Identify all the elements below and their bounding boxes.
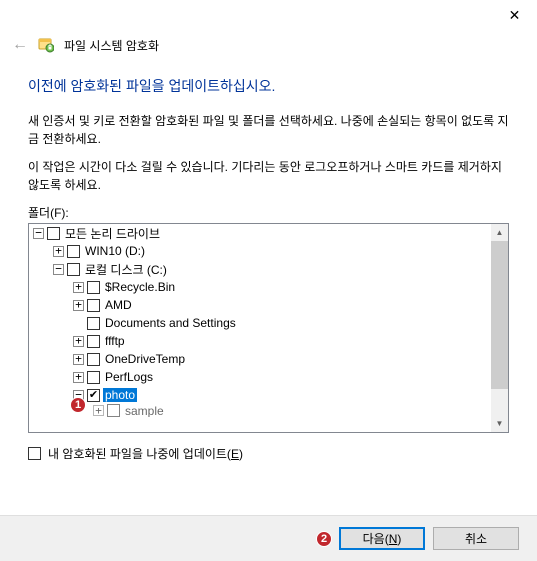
update-later-checkbox[interactable] [28,447,41,460]
folder-label[interactable]: 모든 논리 드라이브 [63,225,162,242]
efs-icon [38,37,54,53]
titlebar: ✕ [0,0,537,30]
collapse-icon[interactable]: − [33,228,44,239]
cancel-button[interactable]: 취소 [433,527,519,550]
update-later-label: 내 암호화된 파일을 나중에 업데이트(E) [48,445,243,462]
tree-row[interactable]: + $Recycle.Bin [29,278,491,296]
wizard-footer: 다음(N) 취소 [0,515,537,561]
tree-row[interactable]: − 로컬 디스크 (C:) [29,260,491,278]
folders-label: 폴더(F): [28,204,509,221]
scroll-up-icon[interactable]: ▲ [491,224,508,241]
close-icon: ✕ [509,7,521,24]
content-area: 이전에 암호화된 파일을 업데이트하십시오. 새 인증서 및 키로 전환할 암호… [0,64,537,462]
expand-icon[interactable]: + [73,300,84,311]
tree-row[interactable]: + WIN10 (D:) [29,242,491,260]
callout-marker-2: 2 [316,531,332,547]
tree-row[interactable]: + ffftp [29,332,491,350]
tree-row[interactable]: + sample [29,404,491,417]
folder-checkbox[interactable] [87,299,100,312]
folder-checkbox[interactable] [107,404,120,417]
tree-row[interactable]: + AMD [29,296,491,314]
expander-placeholder [73,318,84,329]
folder-label[interactable]: 로컬 디스크 (C:) [83,261,169,278]
scroll-track[interactable] [491,241,508,415]
tree-row[interactable]: + PerfLogs [29,368,491,386]
expand-icon[interactable]: + [73,282,84,293]
wizard-title: 파일 시스템 암호화 [64,37,159,54]
page-heading: 이전에 암호화된 파일을 업데이트하십시오. [28,76,509,96]
folder-checkbox[interactable] [87,317,100,330]
wizard-header: ← 파일 시스템 암호화 [0,30,537,64]
close-button[interactable]: ✕ [492,0,537,30]
folder-label[interactable]: $Recycle.Bin [103,280,177,294]
folder-label[interactable]: photo [103,388,137,402]
folder-checkbox[interactable] [87,281,100,294]
folder-checkbox[interactable]: ✔ [87,389,100,402]
scroll-down-icon[interactable]: ▼ [491,415,508,432]
tree-row[interactable]: Documents and Settings [29,314,491,332]
tree-root-row[interactable]: − 모든 논리 드라이브 [29,224,491,242]
tree-row[interactable]: + OneDriveTemp [29,350,491,368]
folder-checkbox[interactable] [87,371,100,384]
instruction-2: 이 작업은 시간이 다소 걸릴 수 있습니다. 기다리는 동안 로그오프하거나 … [28,158,509,194]
folder-tree[interactable]: − 모든 논리 드라이브 + WIN10 (D:) − 로컬 디스크 (C:) + $Recy… [28,223,509,433]
folder-label[interactable]: AMD [103,298,134,312]
folder-label[interactable]: Documents and Settings [103,316,238,330]
scrollbar-vertical[interactable]: ▲ ▼ [491,224,508,432]
update-later-row[interactable]: 내 암호화된 파일을 나중에 업데이트(E) [28,445,509,462]
instruction-1: 새 인증서 및 키로 전환할 암호화된 파일 및 폴더를 선택하세요. 나중에 … [28,112,509,148]
folder-checkbox[interactable] [87,353,100,366]
folder-label[interactable]: OneDriveTemp [103,352,187,366]
folder-label[interactable]: ffftp [103,334,127,348]
expand-icon[interactable]: + [73,336,84,347]
folder-label[interactable]: WIN10 (D:) [83,244,147,258]
folder-checkbox[interactable] [67,263,80,276]
folder-checkbox[interactable] [87,335,100,348]
tree-row[interactable]: −✔photo [29,386,491,404]
folder-checkbox[interactable] [47,227,60,240]
callout-marker-1: 1 [70,397,86,413]
expand-icon[interactable]: + [73,372,84,383]
back-arrow-icon[interactable]: ← [12,36,28,54]
scroll-thumb[interactable] [491,241,508,389]
next-button[interactable]: 다음(N) [339,527,425,550]
folder-label[interactable]: PerfLogs [103,370,155,384]
collapse-icon[interactable]: − [53,264,64,275]
folder-label[interactable]: sample [123,404,166,417]
folder-checkbox[interactable] [67,245,80,258]
expand-icon[interactable]: + [53,246,64,257]
expand-icon[interactable]: + [73,354,84,365]
expand-icon[interactable]: + [93,405,104,416]
